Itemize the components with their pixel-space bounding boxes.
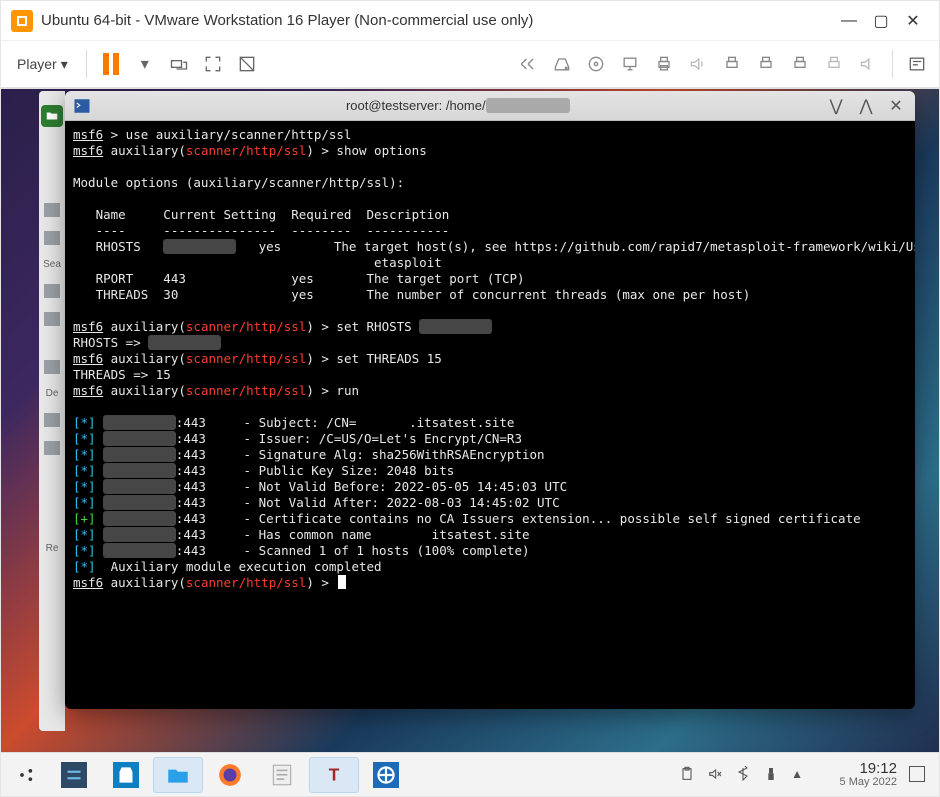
pause-vm-button[interactable]	[97, 50, 125, 78]
music-icon	[44, 441, 60, 455]
pause-dropdown-icon[interactable]: ▾	[131, 50, 159, 78]
taskbar-item-terminal[interactable]: T	[309, 757, 359, 793]
hard-disk-icon[interactable]	[548, 50, 576, 78]
terminal-close-button[interactable]: ✕	[885, 95, 907, 117]
speaker-icon[interactable]	[854, 50, 882, 78]
vmware-logo-icon	[11, 10, 33, 32]
terminal-app-icon	[73, 97, 91, 115]
vmware-titlebar: Ubuntu 64-bit - VMware Workstation 16 Pl…	[1, 1, 939, 41]
usb-device-icon-1[interactable]	[718, 50, 746, 78]
svg-text:T: T	[329, 764, 340, 784]
taskbar-item-dolphin[interactable]	[153, 757, 203, 793]
taskbar-item-store[interactable]	[101, 757, 151, 793]
drive-icon	[44, 360, 60, 374]
terminal-maximize-button[interactable]: ⋀	[855, 95, 877, 117]
chevron-down-icon: ▾	[61, 56, 68, 73]
volume-muted-tray-icon[interactable]	[707, 766, 723, 782]
fullscreen-button[interactable]	[199, 50, 227, 78]
folder-icon	[44, 231, 60, 245]
terminal-titlebar[interactable]: root@testserver: /home/███████ ⋁ ⋀ ✕	[65, 91, 915, 121]
application-launcher-button[interactable]	[7, 757, 47, 793]
terminal-output[interactable]: msf6 > use auxiliary/scanner/http/ssl ms…	[65, 121, 915, 709]
terminal-window[interactable]: root@testserver: /home/███████ ⋁ ⋀ ✕ msf…	[65, 91, 915, 709]
maximize-button[interactable]: ▢	[865, 5, 897, 37]
vmware-window-title: Ubuntu 64-bit - VMware Workstation 16 Pl…	[41, 12, 533, 29]
guest-desktop[interactable]: Sea De Re root@testserver: /home/███████…	[1, 89, 939, 796]
file-manager-sidebar: Sea De Re	[39, 91, 65, 731]
taskbar-item-firefox[interactable]	[205, 757, 255, 793]
taskbar-item-kde[interactable]	[361, 757, 411, 793]
minimize-button[interactable]: —	[833, 5, 865, 37]
send-ctrl-alt-del-button[interactable]	[165, 50, 193, 78]
printer-icon[interactable]	[650, 50, 678, 78]
taskbar-item-text-editor[interactable]	[257, 757, 307, 793]
clock-icon	[44, 312, 60, 326]
terminal-cursor	[338, 575, 346, 589]
vmware-toolbar: Player ▾ ▾	[1, 41, 939, 89]
tray-overflow-icon[interactable]: ▲	[791, 767, 803, 781]
system-tray: ▲ 19:12 5 May 2022	[679, 761, 933, 788]
search-label-fragment: Sea	[43, 259, 61, 270]
devices-label-fragment: De	[46, 388, 59, 399]
usb-device-icon-2[interactable]	[752, 50, 780, 78]
tag-icon	[44, 284, 60, 298]
close-button[interactable]: ✕	[897, 5, 929, 37]
player-menu-button[interactable]: Player ▾	[9, 52, 76, 77]
message-log-button[interactable]	[903, 50, 931, 78]
taskbar-item-settings[interactable]	[49, 757, 99, 793]
recent-label-fragment: Re	[46, 543, 59, 554]
clock-date: 5 May 2022	[815, 777, 897, 789]
terminal-minimize-button[interactable]: ⋁	[825, 95, 847, 117]
clipboard-tray-icon[interactable]	[679, 766, 695, 782]
terminal-window-title: root@testserver: /home/███████	[99, 98, 817, 113]
network-adapter-icon[interactable]	[616, 50, 644, 78]
file-icon	[44, 203, 60, 217]
bluetooth-tray-icon[interactable]	[735, 766, 751, 782]
cycle-devices-button[interactable]	[514, 50, 542, 78]
unity-mode-button[interactable]	[233, 50, 261, 78]
clock-time: 19:12	[815, 761, 897, 777]
kde-taskbar[interactable]: T ▲ 19:12 5 May 2022	[1, 752, 939, 796]
sound-icon[interactable]	[684, 50, 712, 78]
taskbar-clock[interactable]: 19:12 5 May 2022	[815, 761, 897, 788]
usb-tray-icon[interactable]	[763, 766, 779, 782]
usb-device-icon-3[interactable]	[786, 50, 814, 78]
cd-dvd-icon[interactable]	[582, 50, 610, 78]
usb-drive-icon	[44, 413, 60, 427]
player-menu-label: Player	[17, 56, 57, 72]
usb-device-icon-4[interactable]	[820, 50, 848, 78]
show-desktop-button[interactable]	[909, 766, 925, 782]
